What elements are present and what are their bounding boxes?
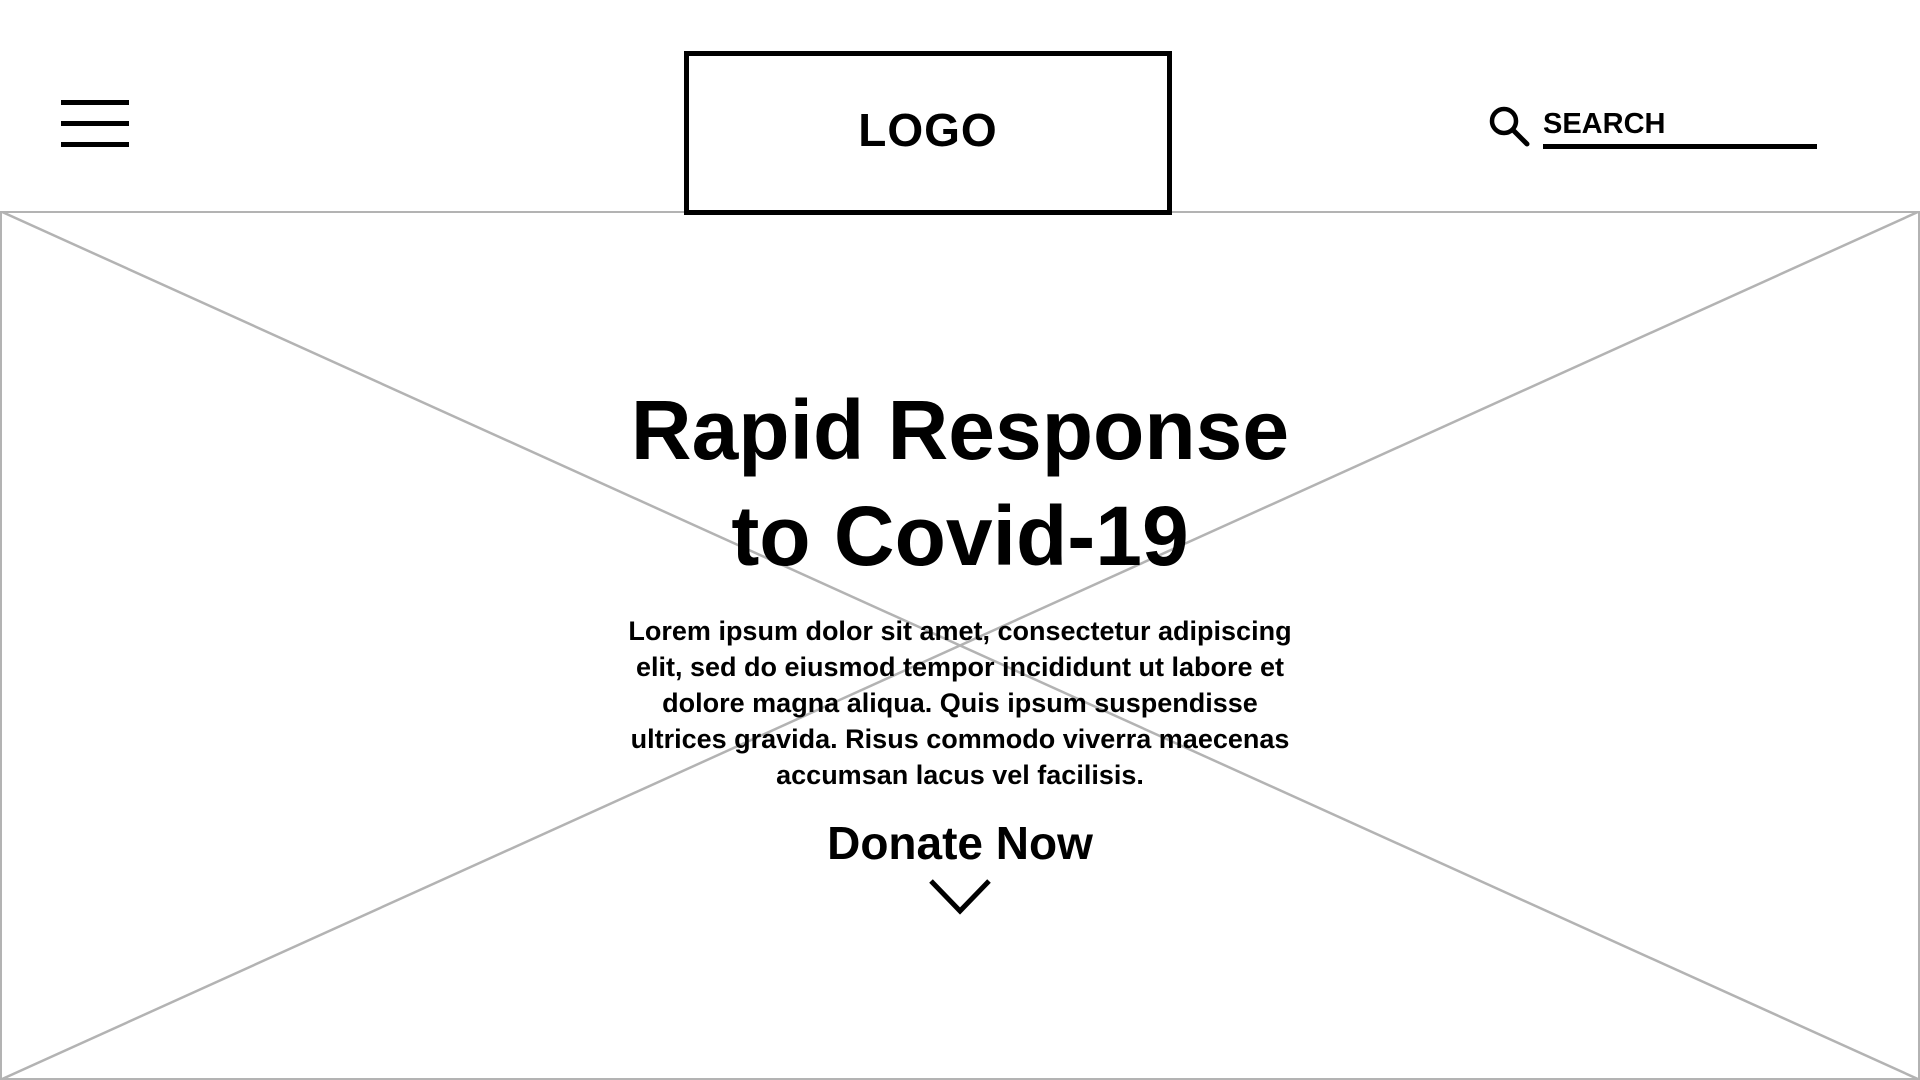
menu-bar	[61, 121, 129, 126]
hero-content: Rapid Response to Covid-19 Lorem ipsum d…	[560, 377, 1360, 917]
search-icon[interactable]	[1487, 104, 1531, 148]
chevron-down-icon[interactable]	[928, 877, 992, 917]
hero-title-line: to Covid-19	[731, 489, 1189, 583]
search-input[interactable]	[1543, 104, 1817, 149]
donate-now-link[interactable]: Donate Now	[827, 815, 1093, 917]
donate-now-label: Donate Now	[827, 817, 1093, 869]
hero-title: Rapid Response to Covid-19	[560, 377, 1360, 589]
search-box	[1487, 104, 1819, 152]
logo[interactable]: LOGO	[684, 51, 1172, 215]
menu-bar	[61, 142, 129, 147]
logo-text: LOGO	[858, 104, 998, 156]
menu-bar	[61, 100, 129, 105]
site-header: LOGO	[0, 0, 1920, 215]
hero-section: Rapid Response to Covid-19 Lorem ipsum d…	[0, 211, 1920, 1080]
hamburger-menu-icon[interactable]	[61, 100, 129, 150]
hero-description: Lorem ipsum dolor sit amet, consectetur …	[628, 616, 1292, 790]
page: LOGO Rapid Response to Covid-19 Lorem ip…	[0, 0, 1920, 1080]
hero-title-line: Rapid Response	[630, 383, 1290, 477]
